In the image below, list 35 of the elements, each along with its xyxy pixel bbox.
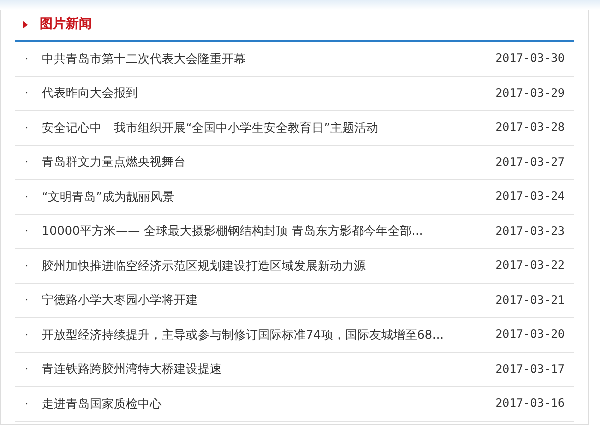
news-date: 2017-03-27 <box>496 154 565 171</box>
news-date: 2017-03-30 <box>496 50 565 68</box>
bullet: · <box>25 50 30 68</box>
bullet: · <box>25 258 30 275</box>
bullet: · <box>25 120 30 137</box>
bullet: · <box>25 361 30 378</box>
news-date: 2017-03-28 <box>496 119 565 136</box>
news-link[interactable]: 10000平方米—— 全球最大摄影棚钢结构封顶 青岛东方影都今年全部... <box>42 222 496 240</box>
news-link[interactable]: 安全记心中 我市组织开展“全国中小学生安全教育日”主题活动 <box>42 118 496 137</box>
section-title: 图片新闻 <box>40 16 92 34</box>
triangle-icon <box>23 21 28 29</box>
news-link[interactable]: 走进青岛国家质检中心 <box>42 394 496 413</box>
bullet: · <box>25 326 30 344</box>
news-link[interactable]: 中共青岛市第十二次代表大会隆重开幕 <box>42 50 496 68</box>
news-link[interactable]: “文明青岛”成为靓丽风景 <box>42 188 496 206</box>
news-date: 2017-03-17 <box>496 360 565 378</box>
bullet: · <box>25 188 30 206</box>
bullet: · <box>25 396 30 413</box>
news-link[interactable]: 宁德路小学大枣园小学将开建 <box>42 291 496 310</box>
bullet: · <box>25 154 30 172</box>
news-date: 2017-03-29 <box>496 84 565 102</box>
news-link[interactable]: 青连铁路跨胶州湾特大桥建设提速 <box>42 360 496 378</box>
news-date: 2017-03-20 <box>496 326 565 344</box>
news-date: 2017-03-22 <box>496 257 565 274</box>
bullet: · <box>25 85 30 102</box>
bullet: · <box>25 223 30 240</box>
news-date: 2017-03-16 <box>496 395 565 412</box>
news-link[interactable]: 代表昨向大会报到 <box>42 84 496 102</box>
news-link[interactable]: 青岛群文力量点燃央视舞台 <box>42 153 496 172</box>
bullet: · <box>25 292 30 310</box>
news-date: 2017-03-21 <box>496 292 565 309</box>
news-link[interactable]: 胶州加快推进临空经济示范区规划建设打造区域发展新动力源 <box>42 256 496 275</box>
news-link[interactable]: 开放型经济持续提升，主导或参与制修订国际标准74项，国际友城增至68... <box>42 326 496 344</box>
news-date: 2017-03-24 <box>496 188 565 206</box>
news-date: 2017-03-23 <box>496 222 565 240</box>
